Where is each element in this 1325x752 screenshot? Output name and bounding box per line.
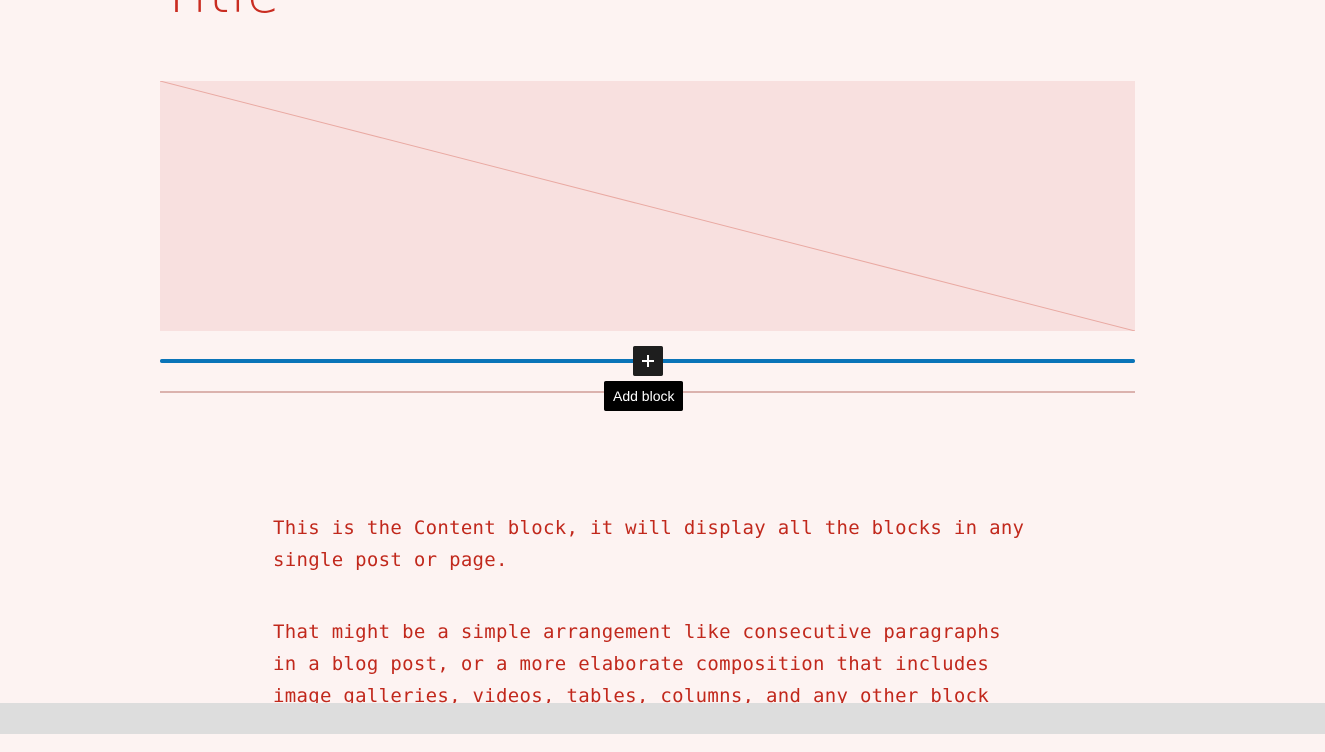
plus-icon: [642, 355, 654, 367]
bottom-status-bar: [0, 703, 1325, 734]
add-block-tooltip: Add block: [604, 381, 684, 411]
paragraph[interactable]: That might be a simple arrangement like …: [273, 616, 1033, 712]
add-block-button[interactable]: [633, 346, 663, 376]
featured-image-placeholder[interactable]: [160, 81, 1135, 331]
paragraph[interactable]: This is the Content block, it will displ…: [273, 512, 1033, 576]
post-title[interactable]: Title: [160, 0, 281, 25]
placeholder-diagonal-icon: [160, 81, 1135, 331]
